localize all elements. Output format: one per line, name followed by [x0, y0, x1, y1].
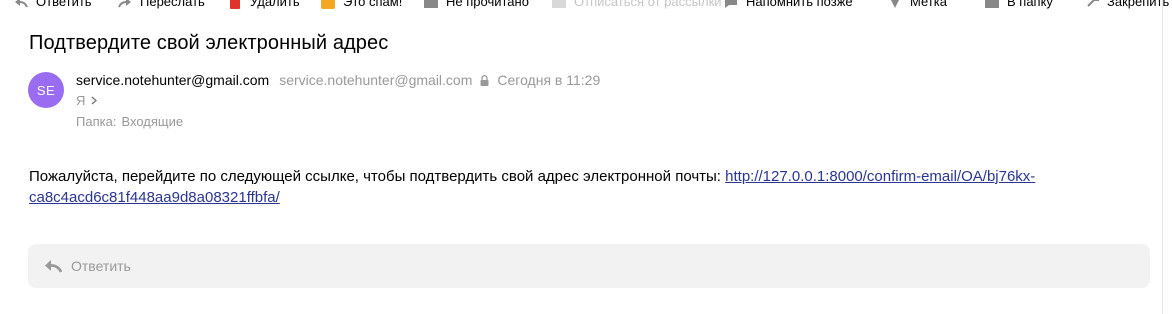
chat-icon [725, 0, 737, 8]
toolbar-unsubscribe-button[interactable]: Отписаться от рассылки [552, 0, 722, 9]
toolbar-label-button[interactable]: Метка [888, 0, 947, 9]
recipient-name: Я [76, 93, 86, 108]
message-subject: Подтвердите свой электронный адрес [29, 32, 389, 54]
toolbar-delete-button[interactable]: Удалить [228, 0, 300, 9]
message-toolbar: Ответить Переслать Удалить Это спам! Не … [0, 0, 1172, 17]
message-body: Пожалуйста, перейдите по следующей ссылк… [29, 166, 1139, 208]
toolbar-pin-button[interactable]: Закрепить [1085, 0, 1169, 9]
forward-icon [118, 0, 131, 7]
toolbar-reply-button[interactable]: Ответить [14, 0, 92, 9]
tag-icon [891, 0, 899, 8]
folder-icon [985, 0, 999, 8]
spam-icon [321, 0, 335, 9]
sender-avatar[interactable]: SE [28, 72, 64, 108]
sender-email[interactable]: service.notehunter@gmail.com [279, 72, 472, 88]
folder-line: Папка: Входящие [76, 114, 183, 129]
sender-line: service.notehunter@gmail.com service.not… [76, 72, 600, 88]
quick-reply-box[interactable]: Ответить [28, 244, 1150, 288]
reply-icon [44, 259, 62, 273]
toolbar-remind-button[interactable]: Напомнить позже [724, 0, 853, 9]
unsubscribe-icon [552, 0, 566, 8]
folder-label: Папка: [76, 114, 117, 129]
chevron-right-icon [91, 93, 98, 108]
body-text: Пожалуйста, перейдите по следующей ссылк… [29, 168, 726, 185]
sender-name[interactable]: service.notehunter@gmail.com [76, 72, 269, 88]
folder-name[interactable]: Входящие [121, 114, 183, 129]
toolbar-spam-button[interactable]: Это спам! [321, 0, 402, 9]
trash-icon [230, 0, 240, 9]
recipient-line[interactable]: Я [76, 93, 98, 108]
reply-icon [15, 0, 28, 7]
lock-icon [480, 74, 489, 86]
envelope-icon [424, 0, 438, 8]
panel-divider [1162, 0, 1163, 314]
toolbar-unread-button[interactable]: Не прочитано [424, 0, 529, 9]
message-timestamp: Сегодня в 11:29 [497, 72, 601, 88]
toolbar-forward-button[interactable]: Переслать [118, 0, 205, 9]
toolbar-move-button[interactable]: В папку [985, 0, 1053, 9]
reply-label: Ответить [71, 258, 131, 274]
avatar-initials: SE [36, 82, 56, 98]
pin-icon [1087, 0, 1099, 7]
